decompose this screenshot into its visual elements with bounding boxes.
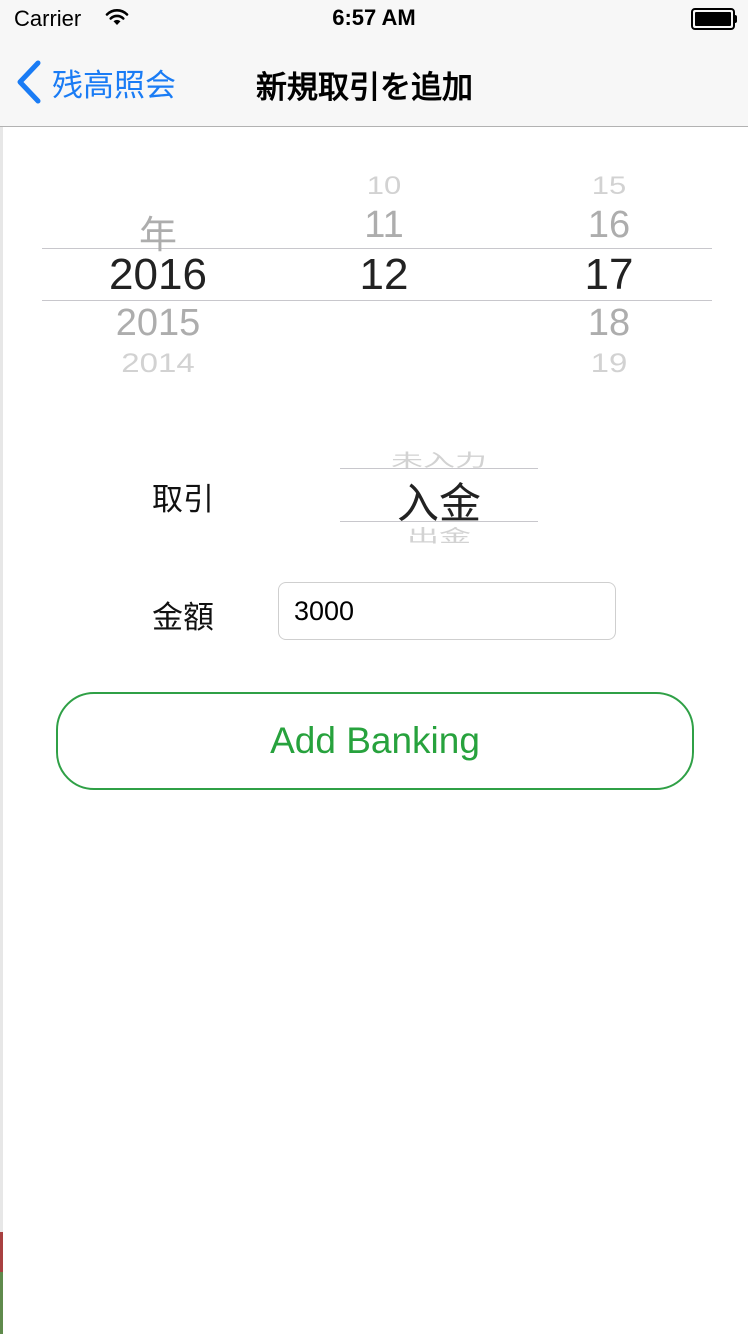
day-selected[interactable]: 17 bbox=[549, 250, 669, 300]
date-picker[interactable]: 年 2016 2015 2014 10 11 12 15 16 17 18 19 bbox=[42, 140, 712, 390]
navigation-bar: 残高照会 新規取引を追加 bbox=[0, 40, 748, 127]
picker-selection-line-top bbox=[340, 468, 538, 469]
year-option[interactable]: 2015 bbox=[78, 302, 238, 345]
amount-label: 金額 bbox=[152, 600, 214, 636]
year-option[interactable]: 2014 bbox=[78, 348, 238, 378]
month-option[interactable]: 11 bbox=[324, 204, 444, 247]
back-chevron-icon bbox=[16, 60, 42, 104]
day-option[interactable]: 19 bbox=[549, 348, 669, 378]
day-option[interactable]: 15 bbox=[549, 172, 669, 201]
picker-selection-line-bottom bbox=[42, 300, 712, 301]
day-option[interactable]: 18 bbox=[549, 302, 669, 345]
month-selected[interactable]: 12 bbox=[324, 250, 444, 300]
amount-field[interactable] bbox=[278, 582, 616, 640]
day-option[interactable]: 16 bbox=[549, 204, 669, 247]
page-title: 新規取引を追加 bbox=[256, 70, 473, 106]
year-selected[interactable]: 2016 bbox=[78, 250, 238, 300]
transaction-picker[interactable]: 未入力 入金 出金 bbox=[340, 420, 538, 546]
transaction-option[interactable]: 出金 bbox=[340, 522, 538, 546]
left-edge-strip bbox=[0, 0, 3, 1334]
month-option[interactable]: 10 bbox=[324, 172, 444, 201]
transaction-label: 取引 bbox=[152, 482, 214, 518]
status-time: 6:57 AM bbox=[332, 5, 416, 30]
edge-mark bbox=[0, 1272, 3, 1334]
edge-mark bbox=[0, 1232, 3, 1272]
back-label: 残高照会 bbox=[52, 67, 176, 104]
status-bar: Carrier 6:57 AM bbox=[0, 0, 748, 40]
back-button[interactable]: 残高照会 bbox=[16, 58, 176, 106]
battery-icon bbox=[691, 8, 737, 30]
add-banking-button[interactable]: Add Banking bbox=[56, 692, 694, 790]
